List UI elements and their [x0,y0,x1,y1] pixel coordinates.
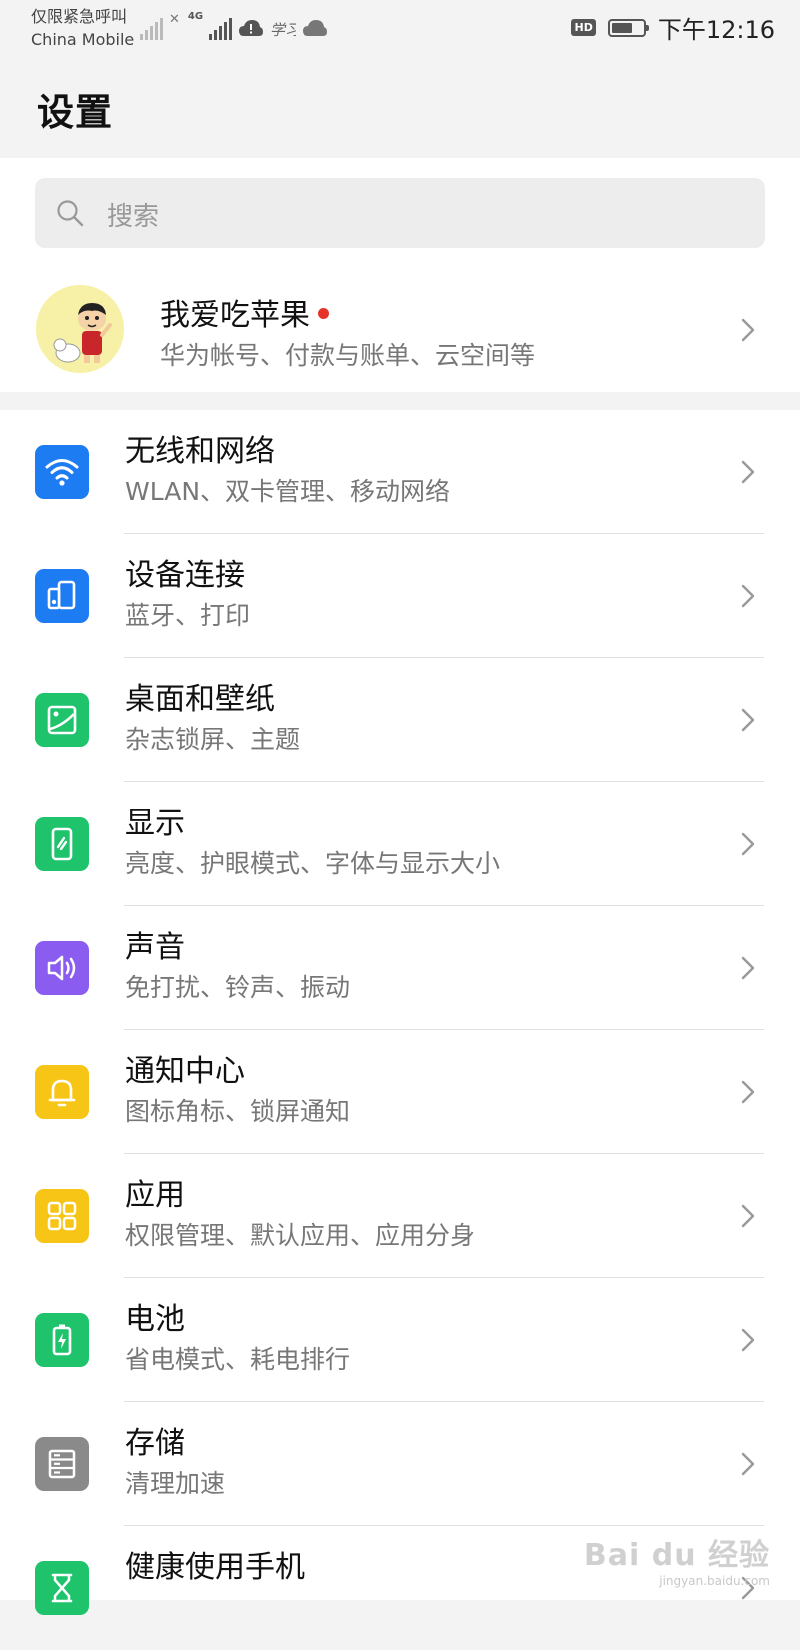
wallpaper-icon [47,705,77,735]
carrier-info: 仅限紧急呼叫 China Mobile [31,5,134,51]
icon-tile [35,1561,89,1615]
settings-item-storage[interactable]: 存储 清理加速 [0,1402,800,1526]
settings-item-title: 电池 [125,1302,185,1337]
settings-item-subtitle: 省电模式、耗电排行 [125,1345,351,1374]
icon-tile [35,1437,89,1491]
settings-item-title: 设备连接 [125,558,245,593]
signal-sim1-icon [140,16,163,40]
status-icons-left: ✕ 4G 学习 [140,12,328,40]
account-subtitle: 华为帐号、付款与账单、云空间等 [160,341,536,370]
settings-list: 无线和网络 WLAN、双卡管理、移动网络 设备连接 蓝牙、打印 桌面和壁纸 杂志… [0,410,800,1615]
study-app-icon: 学习 [270,21,296,39]
account-name: 我爱吃苹果 [160,290,329,334]
cartoon-avatar-image [36,285,124,373]
chevron-right-icon [741,1452,755,1476]
device-connect-icon [47,580,76,610]
settings-item-subtitle: 免打扰、铃声、振动 [125,973,351,1002]
settings-item-title: 通知中心 [125,1054,245,1089]
settings-item-subtitle: WLAN、双卡管理、移动网络 [125,477,451,506]
settings-item-subtitle: 亮度、护眼模式、字体与显示大小 [125,849,501,878]
icon-tile [35,445,89,499]
icon-tile [35,1065,89,1119]
notification-dot [318,308,329,319]
chevron-right-icon [741,956,755,980]
hourglass-icon [51,1573,73,1603]
settings-item-title: 桌面和壁纸 [125,682,275,717]
status-bar: 仅限紧急呼叫 China Mobile ✕ 4G 学习 HD 下午12:16 [0,0,800,56]
chevron-right-icon [741,708,755,732]
account-row[interactable]: 我爱吃苹果 华为帐号、付款与账单、云空间等 [0,270,800,390]
search-placeholder: 搜索 [107,202,160,232]
no-service-icon: ✕ [169,12,180,27]
settings-item-title: 显示 [125,806,185,841]
chevron-right-icon [741,318,755,342]
battery-status-icon [607,18,649,37]
svg-text:学习: 学习 [270,21,296,39]
search-icon [57,200,84,227]
status-icons-right: HD 下午12:16 [571,10,775,45]
carrier-name: China Mobile [31,30,135,49]
bell-icon [48,1079,76,1107]
apps-grid-icon [47,1201,77,1231]
clock: 下午12:16 [657,16,775,44]
settings-item-title: 健康使用手机 [125,1550,305,1585]
settings-item-home-wallpaper[interactable]: 桌面和壁纸 杂志锁屏、主题 [0,658,800,782]
chevron-right-icon [741,1080,755,1104]
settings-item-subtitle: 权限管理、默认应用、应用分身 [125,1221,476,1250]
chevron-right-icon [741,1328,755,1352]
settings-item-subtitle: 图标角标、锁屏通知 [125,1097,351,1126]
settings-item-subtitle: 蓝牙、打印 [125,601,251,630]
battery-icon [52,1324,72,1356]
display-icon [51,827,73,861]
carrier-emergency-text: 仅限紧急呼叫 [31,7,128,26]
settings-item-display[interactable]: 显示 亮度、护眼模式、字体与显示大小 [0,782,800,906]
icon-tile [35,1313,89,1367]
settings-item-sound[interactable]: 声音 免打扰、铃声、振动 [0,906,800,1030]
network-type-label: 4G [187,11,204,22]
avatar [36,285,124,373]
wifi-icon [45,459,79,486]
chevron-right-icon [741,584,755,608]
page-title: 设置 [37,91,113,134]
watermark-url: jingyan.baidu.com [659,1574,770,1588]
signal-sim2-icon [209,16,233,40]
settings-item-title: 无线和网络 [125,434,275,469]
settings-item-battery[interactable]: 电池 省电模式、耗电排行 [0,1278,800,1402]
settings-item-subtitle: 杂志锁屏、主题 [125,725,301,754]
settings-item-device-connection[interactable]: 设备连接 蓝牙、打印 [0,534,800,658]
account-name-text: 我爱吃苹果 [160,298,310,333]
settings-item-subtitle: 清理加速 [125,1469,226,1498]
settings-item-title: 存储 [125,1426,185,1461]
settings-item-notification-center[interactable]: 通知中心 图标角标、锁屏通知 [0,1030,800,1154]
icon-tile [35,1189,89,1243]
hd-voice-badge: HD [571,19,596,36]
battery-fill [611,22,632,33]
section-separator [0,392,800,410]
sound-icon [47,955,76,981]
settings-item-wireless-network[interactable]: 无线和网络 WLAN、双卡管理、移动网络 [0,410,800,534]
storage-icon [48,1449,76,1479]
watermark-logo-text: Bai du 经验 [583,1538,770,1573]
icon-tile [35,941,89,995]
cloud-icon [303,20,328,36]
icon-tile [35,817,89,871]
chevron-right-icon [741,1204,755,1228]
cloud-alert-icon [239,20,264,36]
watermark: Bai du 经验 jingyan.baidu.com [584,1530,770,1588]
icon-tile [35,569,89,623]
settings-item-title: 应用 [125,1178,185,1213]
settings-item-apps[interactable]: 应用 权限管理、默认应用、应用分身 [0,1154,800,1278]
chevron-right-icon [741,832,755,856]
chevron-right-icon [741,460,755,484]
icon-tile [35,693,89,747]
search-input[interactable]: 搜索 [35,178,765,248]
settings-item-title: 声音 [125,930,185,965]
